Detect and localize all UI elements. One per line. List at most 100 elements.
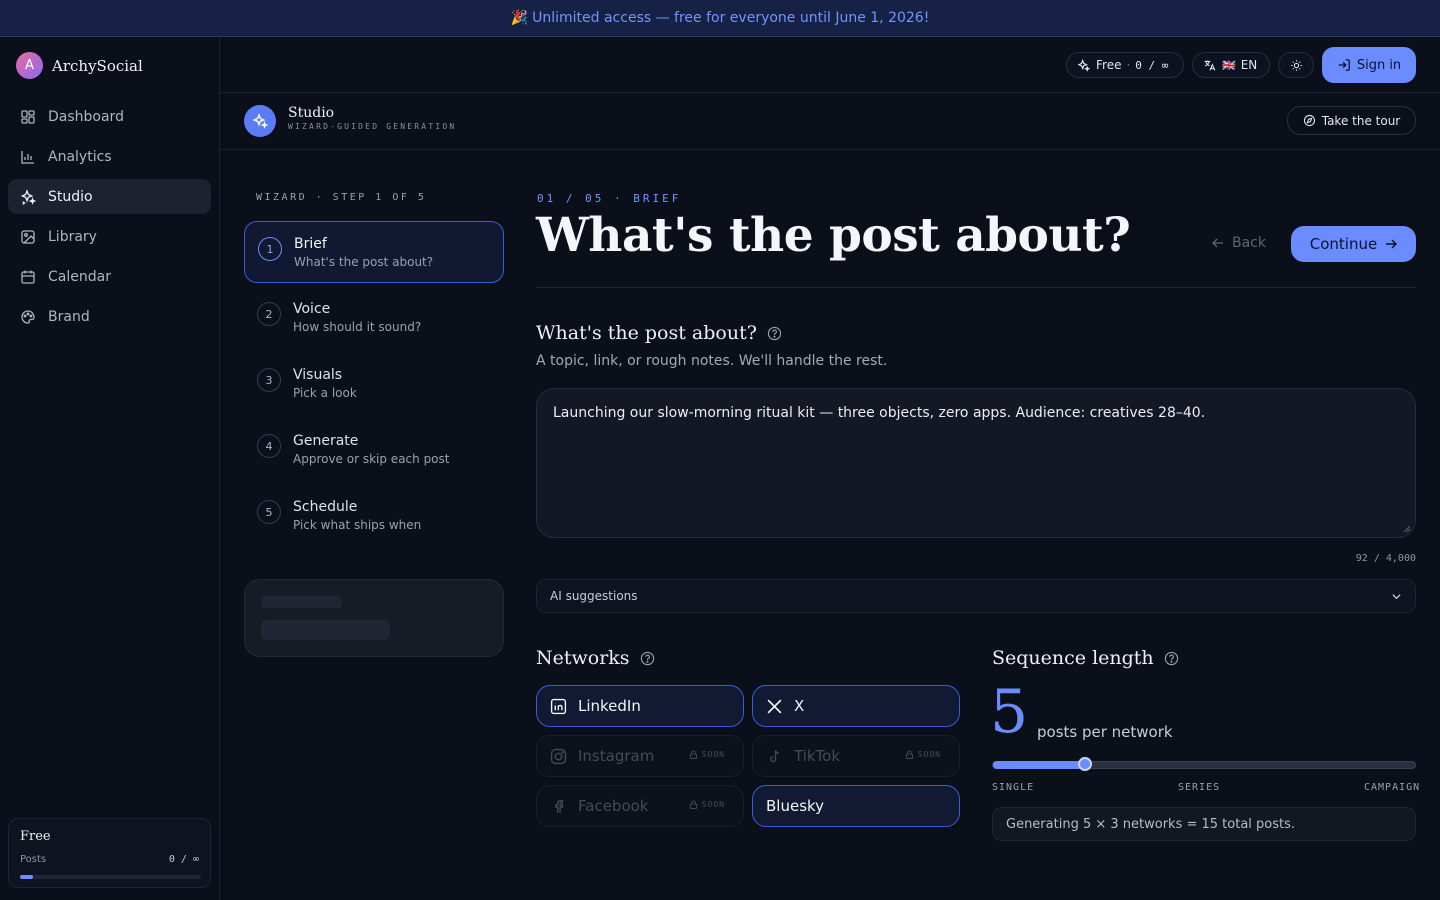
coming-soon-text: SOON — [701, 800, 725, 809]
network-label: Bluesky — [766, 797, 825, 815]
sidebar-item-library[interactable]: Library — [8, 219, 211, 254]
wizard-step-generate[interactable]: 4 Generate Approve or skip each post — [244, 419, 504, 481]
studio-header: Studio WIZARD-GUIDED GENERATION Take the… — [220, 93, 1440, 150]
sparkles-icon — [1077, 58, 1090, 72]
step-title: Visuals — [293, 367, 343, 383]
x-icon — [766, 698, 783, 715]
sidebar-nav: Dashboard Analytics Studio Library Calen… — [8, 99, 211, 339]
banner-text: Unlimited access — free for everyone unt… — [532, 10, 930, 26]
step-subtitle: How should it sound? — [293, 320, 422, 334]
sidebar-item-label: Studio — [48, 188, 93, 205]
party-icon: 🎉 — [510, 10, 529, 26]
sidebar-item-label: Library — [48, 228, 97, 245]
help-icon[interactable] — [640, 651, 655, 666]
resize-handle-icon[interactable] — [1403, 525, 1411, 533]
wizard-step-schedule[interactable]: 5 Schedule Pick what ships when — [244, 485, 504, 547]
sidebar-item-calendar[interactable]: Calendar — [8, 259, 211, 294]
top-bar: Free · 0 / ∞ 🇬🇧 EN Sign in — [220, 37, 1440, 93]
compass-icon — [1303, 114, 1322, 127]
slider-tick-single: SINGLE — [992, 782, 1035, 793]
brief-description: A topic, link, or rough notes. We'll han… — [536, 353, 888, 369]
sparkles-icon — [244, 105, 276, 137]
coming-soon-badge: SOON — [689, 750, 725, 759]
plan-usage-bar-fill — [20, 875, 33, 879]
network-linkedin[interactable]: LinkedIn — [536, 685, 744, 727]
plan-pill[interactable]: Free · 0 / ∞ — [1066, 52, 1184, 78]
page-subtitle: WIZARD-GUIDED GENERATION — [288, 122, 457, 131]
facebook-icon — [550, 798, 567, 815]
sidebar-item-analytics[interactable]: Analytics — [8, 139, 211, 174]
network-instagram: Instagram SOON — [536, 735, 744, 777]
plan-pill-name: Free — [1096, 58, 1122, 72]
step-number: 5 — [257, 500, 281, 524]
sidebar-item-label: Calendar — [48, 268, 111, 285]
sun-icon — [1290, 59, 1303, 72]
sparkles-icon — [20, 188, 36, 205]
network-label: LinkedIn — [578, 697, 641, 715]
sidebar-item-studio[interactable]: Studio — [8, 179, 211, 214]
plan-usage-card[interactable]: Free Posts 0 / ∞ — [8, 818, 211, 888]
continue-button[interactable]: Continue — [1291, 226, 1416, 262]
sign-in-label: Sign in — [1356, 57, 1402, 73]
continue-label: Continue — [1309, 235, 1378, 253]
chevron-down-icon — [1392, 594, 1401, 600]
coming-soon-text: SOON — [917, 750, 941, 759]
network-label: Facebook — [578, 797, 649, 815]
brief-textarea[interactable]: Launching our slow-morning ritual kit — … — [536, 388, 1416, 538]
network-facebook: Facebook SOON — [536, 785, 744, 827]
back-button[interactable]: Back — [1212, 235, 1266, 251]
sequence-title-text: Sequence length — [992, 647, 1154, 669]
take-tour-button[interactable]: Take the tour — [1287, 106, 1416, 135]
step-title: Brief — [294, 236, 327, 252]
sidebar-item-label: Dashboard — [48, 108, 124, 125]
step-subtitle: Approve or skip each post — [293, 452, 450, 466]
linkedin-icon — [550, 698, 567, 715]
slider-tick-series: SERIES — [1178, 782, 1221, 793]
sidebar-item-brand[interactable]: Brand — [8, 299, 211, 334]
sign-in-button[interactable]: Sign in — [1322, 47, 1416, 83]
network-label: TikTok — [794, 747, 841, 765]
network-label: Instagram — [578, 747, 655, 765]
arrow-right-icon — [1377, 238, 1398, 250]
plan-usage-bar — [20, 875, 201, 879]
step-subtitle: What's the post about? — [294, 255, 434, 269]
step-number: 4 — [257, 434, 281, 458]
network-tiktok: TikTok SOON — [752, 735, 960, 777]
chart-icon — [20, 149, 36, 165]
wizard-step-brief[interactable]: 1 Brief What's the post about? — [244, 221, 504, 283]
theme-toggle[interactable] — [1278, 52, 1314, 78]
brand[interactable]: A ArchySocial — [16, 52, 143, 79]
network-bluesky[interactable]: Bluesky — [752, 785, 960, 827]
loading-skeleton-card — [244, 579, 504, 657]
dashboard-icon — [20, 109, 36, 125]
wizard-step-visuals[interactable]: 3 Visuals Pick a look — [244, 353, 504, 415]
wizard-step-voice[interactable]: 2 Voice How should it sound? — [244, 287, 504, 349]
plan-usage-label: Posts — [20, 854, 47, 865]
skeleton-block — [261, 620, 390, 640]
tiktok-icon — [766, 748, 783, 765]
step-number: 1 — [258, 237, 282, 261]
ai-suggestions-toggle[interactable]: AI suggestions — [536, 579, 1416, 613]
sequence-length-value: 5 — [990, 677, 1029, 747]
main-heading: What's the post about? — [536, 208, 1131, 263]
plan-name: Free — [20, 829, 51, 844]
arrow-left-icon — [1212, 237, 1232, 249]
network-x[interactable]: X — [752, 685, 960, 727]
step-subtitle: Pick a look — [293, 386, 357, 400]
language-switcher[interactable]: 🇬🇧 EN — [1192, 52, 1270, 78]
sidebar: A ArchySocial Dashboard Analytics Studio… — [0, 37, 220, 900]
wizard-step-label: WIZARD · STEP 1 OF 5 — [256, 192, 427, 203]
login-icon — [1337, 58, 1357, 72]
ai-suggestions-label: AI suggestions — [550, 589, 638, 603]
brief-section-title: What's the post about? — [536, 322, 782, 344]
sidebar-item-dashboard[interactable]: Dashboard — [8, 99, 211, 134]
step-number: 3 — [257, 368, 281, 392]
help-icon[interactable] — [767, 326, 782, 341]
network-label: X — [794, 697, 805, 715]
help-icon[interactable] — [1164, 651, 1179, 666]
page-title: Studio — [288, 105, 335, 121]
plan-pill-count: 0 / ∞ — [1135, 58, 1169, 72]
networks-title-text: Networks — [536, 647, 630, 669]
sequence-slider-track[interactable] — [992, 761, 1416, 769]
step-breadcrumb: 01 / 05 · BRIEF — [537, 192, 682, 205]
